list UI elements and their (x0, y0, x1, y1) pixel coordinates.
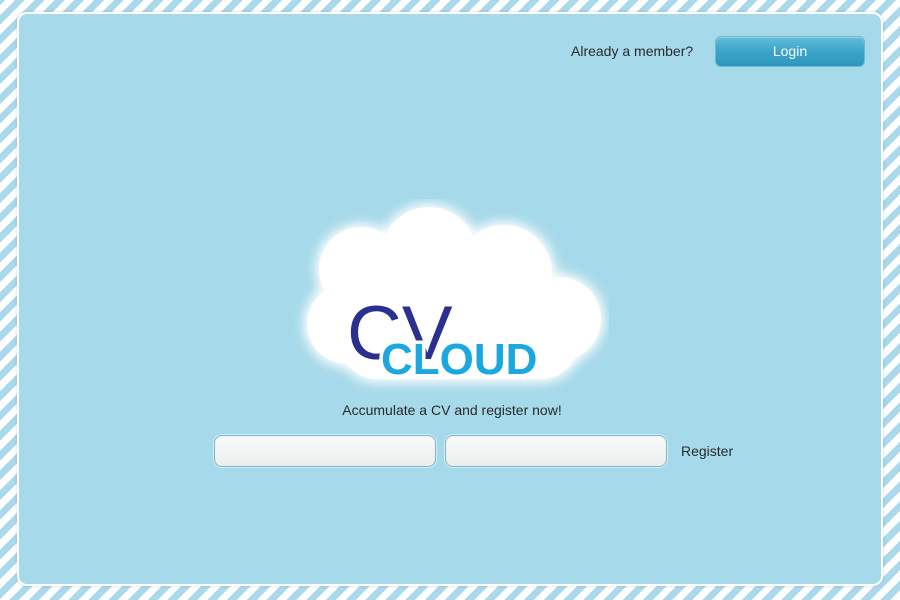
main-panel: Already a member? Login CV CLOUD Accumul… (17, 12, 883, 586)
register-field-1[interactable] (214, 435, 436, 467)
register-button[interactable]: Register (681, 443, 733, 459)
tagline: Accumulate a CV and register now! (342, 402, 562, 418)
register-field-2[interactable] (445, 435, 667, 467)
cv-cloud-logo: CV CLOUD (307, 207, 601, 388)
cloud-text: CLOUD (381, 335, 537, 384)
login-button[interactable]: Login (715, 36, 865, 67)
already-member-text: Already a member? (571, 43, 694, 59)
